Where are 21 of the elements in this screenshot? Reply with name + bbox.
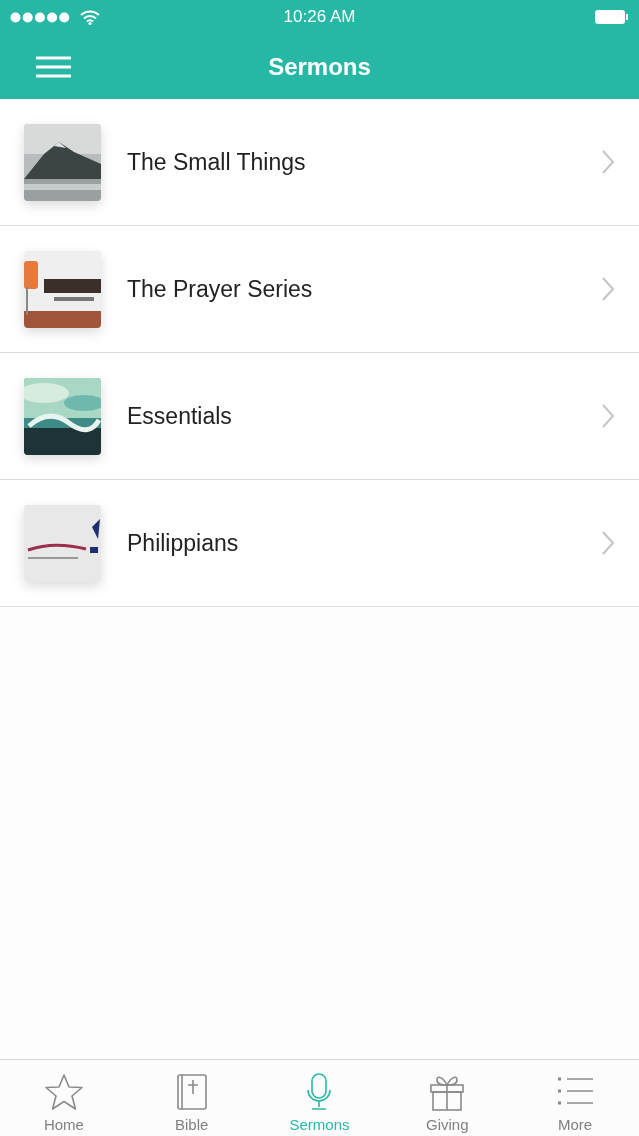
signal-icon bbox=[10, 11, 70, 23]
chevron-icon bbox=[601, 276, 615, 302]
tab-bar-item[interactable]: Sermons bbox=[255, 1060, 384, 1136]
tab-bar-item[interactable]: Bible bbox=[127, 1060, 256, 1136]
wifi-icon bbox=[80, 9, 100, 25]
tab-bar-item[interactable]: Giving bbox=[383, 1060, 512, 1136]
sermon-title: The Small Things bbox=[127, 148, 307, 176]
chevron-icon bbox=[601, 530, 615, 556]
sermon-title: Philippians bbox=[127, 529, 240, 557]
sermon-title: Essentials bbox=[127, 402, 233, 430]
chevron-icon bbox=[601, 149, 615, 175]
chevron-icon bbox=[601, 403, 615, 429]
menu-icon bbox=[36, 54, 71, 79]
menu-button[interactable] bbox=[36, 54, 71, 79]
star-icon bbox=[43, 1072, 84, 1112]
battery-icon bbox=[595, 9, 629, 25]
sermon-title: The Prayer Series bbox=[127, 275, 314, 303]
tab-bar-item[interactable]: More bbox=[511, 1060, 639, 1136]
screen-title: Sermons bbox=[268, 52, 371, 81]
status-time: 10:26 AM bbox=[283, 7, 356, 27]
tab-bar-item[interactable]: Home bbox=[0, 1060, 128, 1136]
